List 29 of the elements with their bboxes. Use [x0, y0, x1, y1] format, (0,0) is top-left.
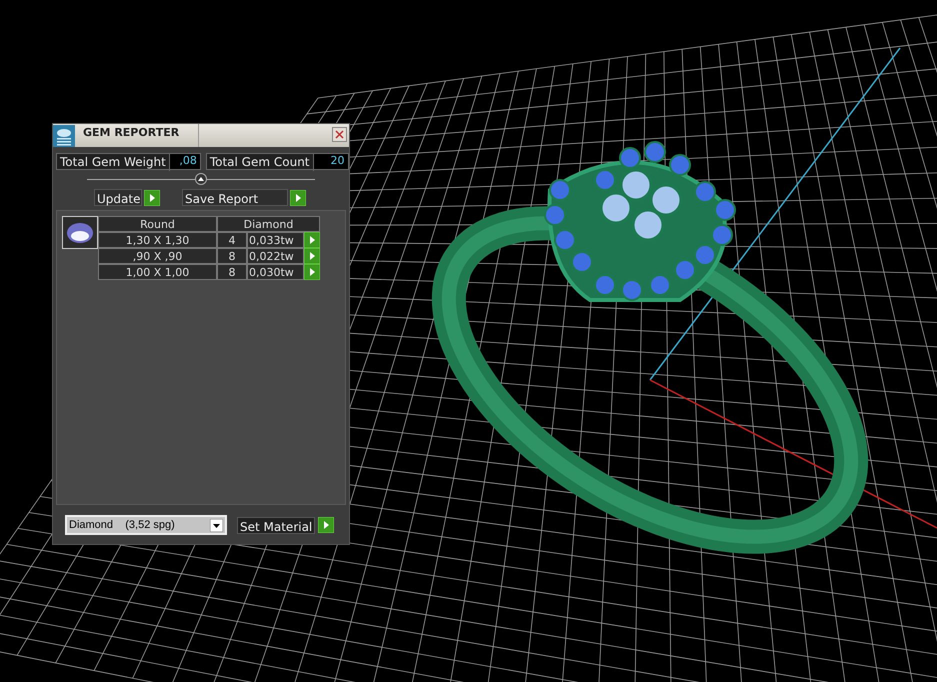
play-button[interactable]	[318, 517, 334, 533]
table-cell: 0,030tw	[247, 264, 304, 280]
column-header: Diamond	[217, 216, 320, 232]
triangle-icon	[198, 177, 204, 181]
table-cell: 1,00 X 1,00	[98, 264, 217, 280]
table-cell: 8	[217, 248, 247, 264]
column-header: Round	[98, 216, 217, 232]
total-value: 20	[314, 154, 348, 169]
round-gem-icon	[66, 222, 94, 244]
total-value: ,08	[170, 154, 200, 169]
gem-list-icon	[53, 124, 75, 146]
table-cell: 8	[217, 264, 247, 280]
play-button[interactable]	[290, 190, 306, 206]
table-cell: 0,022tw	[247, 248, 304, 264]
material-dropdown[interactable]: Diamond (3,52 spg)	[65, 515, 227, 535]
slider-handle[interactable]	[195, 173, 207, 185]
set-material-button[interactable]: Set Material	[237, 516, 316, 534]
report-button[interactable]: Save Report	[182, 189, 288, 206]
table-cell: ,90 X ,90	[98, 248, 217, 264]
close-button[interactable]	[332, 127, 347, 142]
table-cell: 0,033tw	[247, 232, 304, 248]
report-button[interactable]: Update	[94, 189, 142, 206]
dropdown-arrow-icon	[210, 518, 223, 532]
table-cell: 1,30 X 1,30	[98, 232, 217, 248]
dropdown-value: Diamond (3,52 spg)	[69, 518, 175, 533]
play-button[interactable]	[144, 190, 160, 206]
close-icon	[335, 130, 344, 139]
window-title: GEM REPORTER	[83, 125, 180, 141]
table-cell: 4	[217, 232, 247, 248]
